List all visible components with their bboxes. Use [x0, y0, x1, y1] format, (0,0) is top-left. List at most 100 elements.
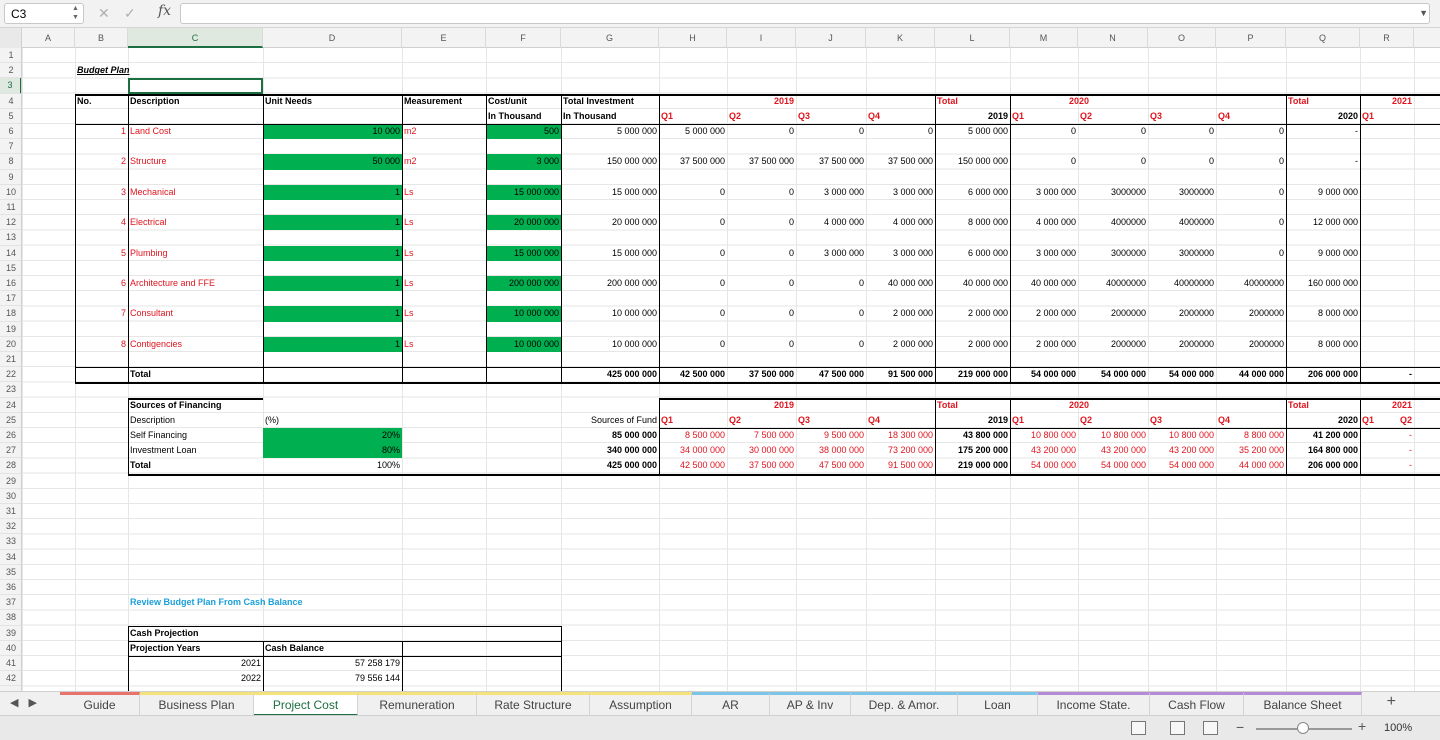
row-header[interactable]: 31 — [0, 504, 21, 520]
sheet-tab[interactable]: Balance Sheet — [1244, 692, 1362, 716]
header-total-investment-sub[interactable]: In Thousand — [561, 110, 659, 123]
item-quarter-2020[interactable]: 2000000 — [1216, 338, 1286, 351]
row-header[interactable]: 4 — [0, 94, 21, 109]
item-quarter-2020[interactable]: 0 — [1010, 125, 1078, 138]
item-total-investment[interactable]: 10 000 000 — [561, 307, 659, 320]
item-number[interactable]: 6 — [75, 277, 128, 290]
header-quarter-2019[interactable]: Q2 — [727, 110, 796, 123]
total-label[interactable]: Total — [128, 368, 263, 381]
column-header[interactable]: E — [402, 28, 486, 48]
header-measurement[interactable]: Measurement — [402, 95, 486, 108]
financing-row-quarter-2019[interactable]: 73 200 000 — [866, 444, 935, 457]
item-quarter-2019[interactable]: 3 000 000 — [796, 247, 866, 260]
sheet-nav-arrows-icon[interactable]: ◀▶ — [10, 696, 47, 709]
column-header[interactable]: B — [75, 28, 128, 48]
item-quarter-2019[interactable]: 37 500 000 — [727, 155, 796, 168]
header-quarter-2019[interactable]: Q1 — [659, 110, 727, 123]
item-description[interactable]: Electrical — [128, 216, 263, 229]
financing-row-description[interactable]: Investment Loan — [128, 444, 263, 457]
financing-title[interactable]: Sources of Financing — [128, 399, 263, 412]
row-header[interactable]: 15 — [0, 261, 21, 276]
item-quarter-2019[interactable]: 0 — [727, 216, 796, 229]
item-quarter-2020[interactable]: 3000000 — [1148, 186, 1216, 199]
row-header[interactable]: 6 — [0, 124, 21, 140]
column-header[interactable]: D — [263, 28, 402, 48]
row-header[interactable]: 19 — [0, 322, 21, 337]
financing-row-quarter-2020[interactable]: 44 000 000 — [1216, 459, 1286, 472]
item-unit-needs[interactable]: 1 — [263, 247, 402, 260]
item-quarter-2019[interactable]: 0 — [659, 216, 727, 229]
item-quarter-2019[interactable]: 4 000 000 — [866, 216, 935, 229]
financing-row-percent[interactable]: 80% — [263, 444, 402, 457]
row-header[interactable]: 10 — [0, 185, 21, 200]
item-quarter-2020[interactable]: 2000000 — [1148, 338, 1216, 351]
row-header[interactable]: 21 — [0, 352, 21, 368]
row-header[interactable]: 27 — [0, 443, 21, 459]
page-layout-view-icon[interactable] — [1170, 721, 1185, 735]
item-quarter-2020[interactable]: 0 — [1216, 247, 1286, 260]
financing-year-2021[interactable]: 2021 — [1360, 399, 1414, 412]
item-quarter-2020[interactable]: 0 — [1078, 155, 1148, 168]
header-year-2021[interactable]: 2021 — [1360, 95, 1414, 108]
zoom-in-button[interactable]: + — [1358, 718, 1366, 734]
row-header[interactable]: 3 — [0, 78, 21, 94]
cash-year[interactable]: 2022 — [128, 672, 263, 685]
financing-row-quarter-2020[interactable]: 43 200 000 — [1078, 444, 1148, 457]
total-quarter-2020[interactable]: 54 000 000 — [1078, 368, 1148, 381]
item-total-investment[interactable]: 150 000 000 — [561, 155, 659, 168]
financing-quarter-2019[interactable]: Q3 — [796, 414, 866, 427]
total-2019[interactable]: 219 000 000 — [935, 368, 1010, 381]
financing-row-total-2019[interactable]: 43 800 000 — [935, 429, 1010, 442]
item-cost-unit[interactable]: 200 000 000 — [486, 277, 561, 290]
item-quarter-2019[interactable]: 0 — [659, 277, 727, 290]
item-quarter-2020[interactable]: 3000000 — [1078, 247, 1148, 260]
row-header[interactable]: 32 — [0, 519, 21, 535]
item-total-2019[interactable]: 150 000 000 — [935, 155, 1010, 168]
financing-row-total-2020[interactable]: 164 800 000 — [1286, 444, 1360, 457]
financing-row-total-2020[interactable]: 41 200 000 — [1286, 429, 1360, 442]
item-quarter-2020[interactable]: 40 000 000 — [1010, 277, 1078, 290]
row-header[interactable]: 41 — [0, 656, 21, 672]
item-description[interactable]: Structure — [128, 155, 263, 168]
item-unit-needs[interactable]: 1 — [263, 277, 402, 290]
item-unit-needs[interactable]: 50 000 — [263, 155, 402, 168]
row-header[interactable]: 37 — [0, 595, 21, 611]
financing-row-quarter-2019[interactable]: 37 500 000 — [727, 459, 796, 472]
item-number[interactable]: 8 — [75, 338, 128, 351]
financing-description-label[interactable]: Description — [128, 414, 263, 427]
item-quarter-2019[interactable]: 0 — [659, 338, 727, 351]
item-quarter-2019[interactable]: 0 — [727, 247, 796, 260]
item-quarter-2019[interactable]: 0 — [796, 277, 866, 290]
total-quarter-2019[interactable]: 37 500 000 — [727, 368, 796, 381]
item-description[interactable]: Plumbing — [128, 247, 263, 260]
row-header[interactable]: 26 — [0, 428, 21, 444]
row-header[interactable]: 35 — [0, 565, 21, 580]
column-header[interactable]: Q — [1286, 28, 1360, 48]
item-number[interactable]: 5 — [75, 247, 128, 260]
sheet-tab[interactable]: Loan — [958, 692, 1038, 716]
item-quarter-2020[interactable]: 0 — [1148, 125, 1216, 138]
financing-quarter-2020[interactable]: Q3 — [1148, 414, 1216, 427]
financing-row-quarter-2020[interactable]: 43 200 000 — [1148, 444, 1216, 457]
item-number[interactable]: 3 — [75, 186, 128, 199]
financing-row-total-2019[interactable]: 175 200 000 — [935, 444, 1010, 457]
financing-row-quarter-2020[interactable]: 10 800 000 — [1078, 429, 1148, 442]
row-header[interactable]: 11 — [0, 200, 21, 216]
item-quarter-2019[interactable]: 0 — [796, 307, 866, 320]
row-header[interactable]: 18 — [0, 306, 21, 322]
item-quarter-2019[interactable]: 4 000 000 — [796, 216, 866, 229]
financing-quarter-2020[interactable]: Q4 — [1216, 414, 1286, 427]
item-quarter-2020[interactable]: 2 000 000 — [1010, 307, 1078, 320]
financing-total-2019-label[interactable]: Total — [935, 399, 1010, 412]
item-quarter-2019[interactable]: 0 — [727, 277, 796, 290]
total-quarter-2020[interactable]: 54 000 000 — [1148, 368, 1216, 381]
header-quarter-2020[interactable]: Q4 — [1216, 110, 1286, 123]
financing-row-fund[interactable]: 85 000 000 — [561, 429, 659, 442]
item-quarter-2020[interactable]: 40000000 — [1148, 277, 1216, 290]
financing-row-quarter-2020[interactable]: 10 800 000 — [1010, 429, 1078, 442]
item-quarter-2019[interactable]: 3 000 000 — [866, 186, 935, 199]
header-quarter-2019[interactable]: Q3 — [796, 110, 866, 123]
row-header[interactable]: 34 — [0, 550, 21, 565]
financing-total-2019-year[interactable]: 2019 — [935, 414, 1010, 427]
financing-quarter-2019[interactable]: Q4 — [866, 414, 935, 427]
